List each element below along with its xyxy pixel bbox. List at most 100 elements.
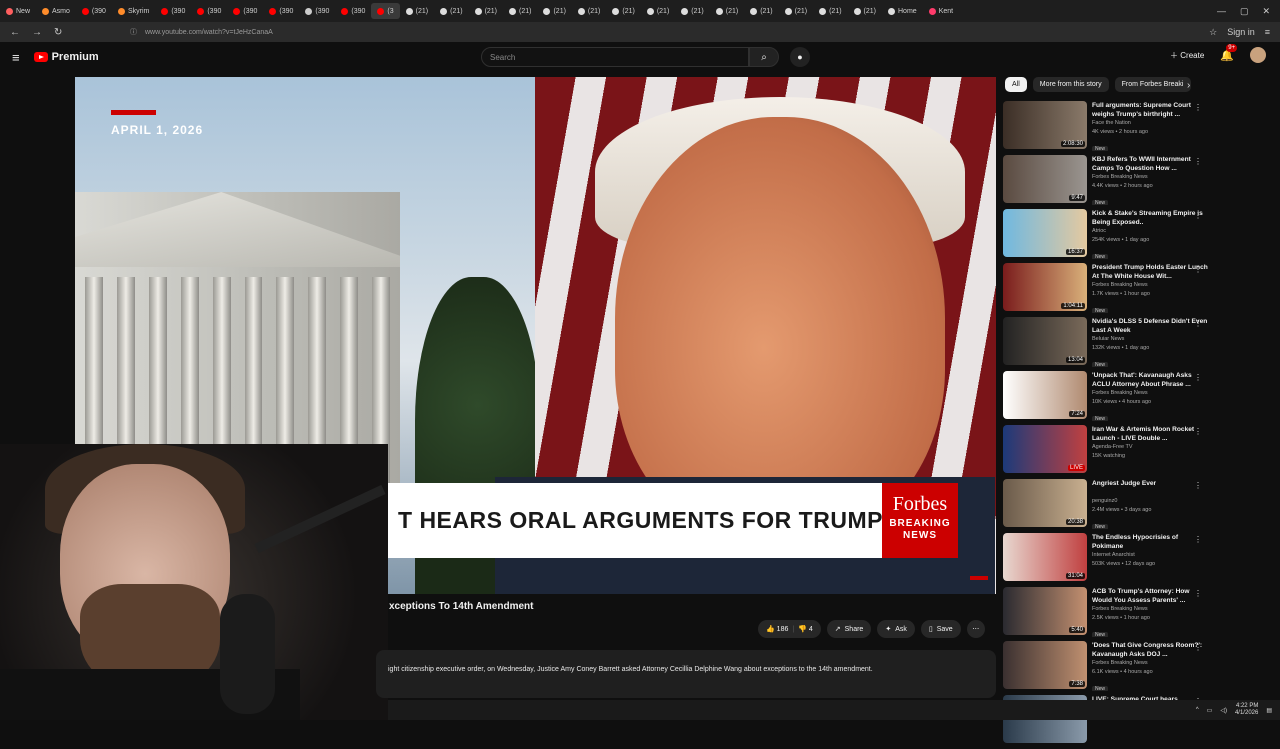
browser-tab[interactable]: Skyrim	[112, 3, 155, 19]
tray-chevron-icon[interactable]: ^	[1196, 707, 1199, 713]
browser-tab[interactable]: (3	[371, 3, 400, 19]
browser-tab[interactable]: New	[0, 3, 36, 19]
channel-name[interactable]: Agenda-Free TV	[1092, 443, 1208, 452]
recommendation-item[interactable]: 16:37 Kick & Stake's Streaming Empire is …	[1003, 209, 1208, 263]
recommendation-item[interactable]: 5:40 ACB To Trump's Attorney: How Would Y…	[1003, 587, 1208, 641]
recommendation-title[interactable]: Nvidia's DLSS 5 Defense Didn't Even Last…	[1092, 317, 1208, 335]
channel-name[interactable]: Forbes Breaking News	[1092, 389, 1208, 398]
search-input[interactable]: Search	[481, 47, 749, 67]
browser-tab[interactable]: (21)	[744, 3, 778, 19]
hamburger-menu-icon[interactable]: ≡	[12, 50, 20, 65]
like-button[interactable]: 👍 186	[766, 625, 788, 633]
more-options-icon[interactable]: ⋮	[1194, 211, 1202, 220]
more-options-icon[interactable]: ⋮	[1194, 535, 1202, 544]
browser-tab[interactable]: Home	[882, 3, 923, 19]
save-button[interactable]: ▯ Save	[920, 620, 961, 638]
dislike-button[interactable]: 👎 4	[798, 625, 813, 633]
filter-chip[interactable]: From Forbes Breaki	[1114, 77, 1191, 92]
channel-name[interactable]: penguinz0	[1092, 497, 1208, 506]
recommendation-item[interactable]: 9:47 KBJ Refers To WWII Internment Camps …	[1003, 155, 1208, 209]
minimize-icon[interactable]: —	[1217, 6, 1226, 17]
maximize-icon[interactable]: ▢	[1240, 6, 1249, 17]
browser-tab[interactable]: (390	[263, 3, 299, 19]
reload-icon[interactable]: ↻	[54, 27, 62, 38]
browser-tab[interactable]: (21)	[572, 3, 606, 19]
network-icon[interactable]: ▭	[1207, 707, 1213, 714]
volume-icon[interactable]: ◁)	[1220, 707, 1227, 714]
recommendation-title[interactable]: Iran War & Artemis Moon Rocket Launch - …	[1092, 425, 1208, 443]
description-box[interactable]: ight citizenship executive order, on Wed…	[376, 650, 996, 698]
more-options-icon[interactable]: ⋮	[1194, 373, 1202, 382]
share-button[interactable]: ↗ Share	[826, 620, 872, 638]
browser-tab[interactable]: Kent	[923, 3, 959, 19]
more-options-icon[interactable]: ⋮	[1194, 589, 1202, 598]
forward-icon[interactable]: →	[32, 27, 42, 38]
back-icon[interactable]: ←	[10, 27, 20, 38]
channel-name[interactable]: Forbes Breaking News	[1092, 173, 1208, 182]
more-options-icon[interactable]: ⋮	[1194, 427, 1202, 436]
browser-tab[interactable]: (390	[299, 3, 335, 19]
browser-tab[interactable]: (390	[227, 3, 263, 19]
recommendation-item[interactable]: 1:04:11 President Trump Holds Easter Lunc…	[1003, 263, 1208, 317]
notification-center-icon[interactable]: ▤	[1266, 707, 1272, 714]
browser-tab[interactable]: Asmo	[36, 3, 76, 19]
video-thumbnail[interactable]: 7:38	[1003, 641, 1087, 689]
video-thumbnail[interactable]: 7:24	[1003, 371, 1087, 419]
browser-tab[interactable]: (21)	[606, 3, 640, 19]
recommendation-title[interactable]: KBJ Refers To WWII Internment Camps To Q…	[1092, 155, 1208, 173]
browser-tab[interactable]: (21)	[779, 3, 813, 19]
browser-tab[interactable]: (21)	[434, 3, 468, 19]
browser-tab[interactable]: (390	[191, 3, 227, 19]
menu-icon[interactable]: ≡	[1265, 27, 1270, 37]
channel-name[interactable]: Forbes Breaking News	[1092, 281, 1208, 290]
video-thumbnail[interactable]: 13:04	[1003, 317, 1087, 365]
recommendation-title[interactable]: Angriest Judge Ever	[1092, 479, 1208, 497]
browser-tab[interactable]: (21)	[641, 3, 675, 19]
browser-tab[interactable]: (390	[335, 3, 371, 19]
close-icon[interactable]: ✕	[1262, 6, 1270, 17]
more-actions-button[interactable]: ⋯	[966, 620, 985, 638]
browser-tab[interactable]: (390	[76, 3, 112, 19]
browser-tab[interactable]: (21)	[710, 3, 744, 19]
site-info-icon[interactable]: ⓘ	[130, 27, 137, 37]
avatar[interactable]	[1250, 47, 1266, 63]
browser-tab[interactable]: (21)	[503, 3, 537, 19]
recommendation-title[interactable]: Kick & Stake's Streaming Empire is Being…	[1092, 209, 1208, 227]
browser-tab[interactable]: (21)	[848, 3, 882, 19]
bookmark-icon[interactable]: ☆	[1209, 27, 1217, 38]
recommendation-item[interactable]: 20:38 Angriest Judge Ever penguinz0 2.4M vi…	[1003, 479, 1208, 533]
recommendation-item[interactable]: 13:04 Nvidia's DLSS 5 Defense Didn't Even…	[1003, 317, 1208, 371]
video-thumbnail[interactable]: 9:47	[1003, 155, 1087, 203]
browser-tab[interactable]: (21)	[675, 3, 709, 19]
notifications-button[interactable]: 🔔 9+	[1220, 43, 1238, 62]
recommendation-title[interactable]: 'Unpack That': Kavanaugh Asks ACLU Attor…	[1092, 371, 1208, 389]
channel-name[interactable]: Atrioc	[1092, 227, 1208, 236]
recommendation-item[interactable]: 7:38 'Does That Give Congress Room?': Kav…	[1003, 641, 1208, 695]
recommendation-item[interactable]: LIVE Iran War & Artemis Moon Rocket Launc…	[1003, 425, 1208, 479]
filter-chip[interactable]: All	[1005, 77, 1027, 92]
chevron-right-icon[interactable]: ›	[1187, 80, 1190, 91]
channel-name[interactable]: Forbes Breaking News	[1092, 659, 1208, 668]
recommendation-item[interactable]: 31:04 The Endless Hypocrisies of Pokimane…	[1003, 533, 1208, 587]
channel-name[interactable]: Face the Nation	[1092, 119, 1208, 128]
browser-tab[interactable]: (21)	[813, 3, 847, 19]
clock[interactable]: 4:22 PM 4/1/2026	[1235, 703, 1258, 717]
recommendation-title[interactable]: The Endless Hypocrisies of Pokimane	[1092, 533, 1208, 551]
more-options-icon[interactable]: ⋮	[1194, 103, 1202, 112]
more-options-icon[interactable]: ⋮	[1194, 481, 1202, 490]
recommendation-title[interactable]: ACB To Trump's Attorney: How Would You A…	[1092, 587, 1208, 605]
url-field[interactable]: www.youtube.com/watch?v=tJeHzCanaA	[145, 29, 273, 36]
search-button[interactable]: ⌕	[749, 47, 779, 67]
recommendation-title[interactable]: President Trump Holds Easter Lunch At Th…	[1092, 263, 1208, 281]
channel-name[interactable]: Beluiar News	[1092, 335, 1208, 344]
browser-tab[interactable]: (390	[155, 3, 191, 19]
more-options-icon[interactable]: ⋮	[1194, 319, 1202, 328]
recommendation-title[interactable]: Full arguments: Supreme Court weighs Tru…	[1092, 101, 1208, 119]
ask-button[interactable]: ✦ Ask	[877, 620, 915, 638]
more-options-icon[interactable]: ⋮	[1194, 265, 1202, 274]
sign-in-button[interactable]: Sign in	[1227, 27, 1255, 37]
recommendation-item[interactable]: 2:08:30 Full arguments: Supreme Court wei…	[1003, 101, 1208, 155]
create-button[interactable]: ＋ Create	[1170, 50, 1204, 61]
channel-name[interactable]: Forbes Breaking News	[1092, 605, 1208, 614]
video-thumbnail[interactable]: 20:38	[1003, 479, 1087, 527]
